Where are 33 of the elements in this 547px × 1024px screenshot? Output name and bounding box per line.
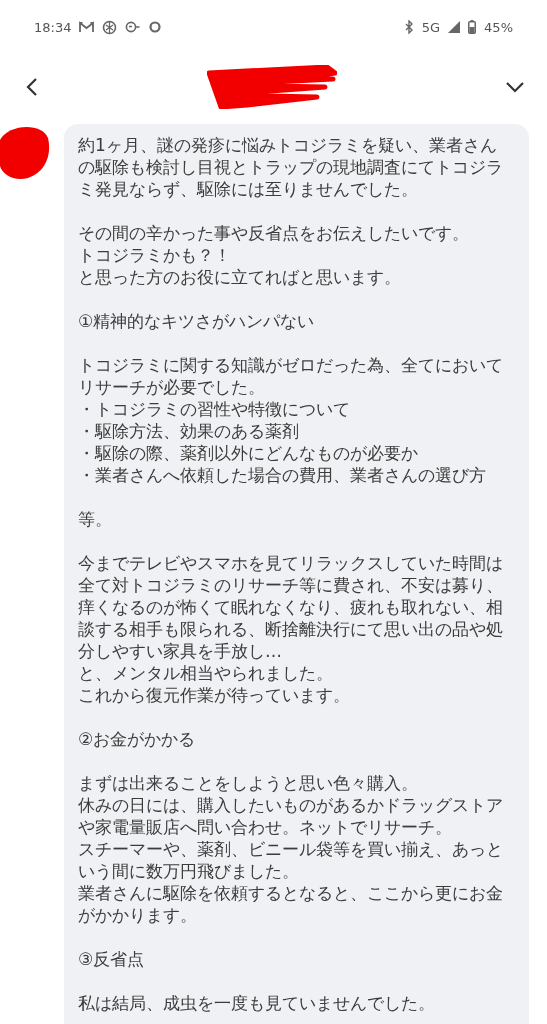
message-text: 休みの日には、購入したいものがあるかドラッグストアや家電量販店へ問い合わせ。ネットでリサーチ。 bbox=[78, 794, 504, 838]
message-text: ・トコジラミの習性や特徴について bbox=[78, 398, 351, 420]
bluetooth-icon bbox=[403, 20, 414, 34]
message-text: スチーマーや、薬剤、ビニール袋等を買い揃え、あっという間に数万円飛びました。 bbox=[78, 838, 504, 882]
back-icon bbox=[26, 77, 38, 97]
message-text: ①精神的なキツさがハンパない bbox=[78, 310, 316, 332]
message-text: トコジラミかも？！ bbox=[78, 244, 232, 266]
message-text: ・駆除の際、薬剤以外にどんなものが必要か bbox=[78, 442, 419, 464]
message-text: ・駆除方法、効果のある薬剤 bbox=[78, 420, 300, 442]
message-text: 約1ヶ月、謎の発疹に悩みトコジラミを疑い、業者さんの駆除も検討し目視とトラップの現地調査にてトコジラミ発見ならず、駆除には至りませんでした。 bbox=[78, 134, 504, 200]
message-text: まずは出来ることをしようと思い色々購入。 bbox=[78, 772, 419, 794]
message-text: ・業者さんへ依頼した場合の費用、業者さんの選び方 bbox=[78, 464, 487, 486]
key-icon bbox=[125, 21, 142, 33]
battery-percent: 45% bbox=[484, 19, 513, 35]
circle-icon bbox=[149, 21, 162, 33]
message-text: ②お金がかかる bbox=[78, 728, 197, 750]
message-text: 私は結局、成虫を一度も見ていませんでした。 bbox=[78, 992, 436, 1014]
chevron-down-icon bbox=[505, 81, 525, 93]
message-text: トコジラミに関する知識がゼロだった為、全てにおいてリサーチが必要でした。 bbox=[78, 354, 504, 398]
network-label: 5G bbox=[421, 19, 441, 35]
message-text: と思った方のお役に立てればと思います。 bbox=[78, 266, 402, 288]
message-text: その間の辛かった事や反省点をお伝えしたいです。 bbox=[78, 222, 470, 244]
message-text: 等。 bbox=[78, 508, 113, 530]
message-text: ③反省点 bbox=[78, 948, 146, 970]
message-text: 業者さんに駆除を依頼するとなると、ここから更にお金がかかります。 bbox=[78, 882, 504, 926]
signal-icon bbox=[448, 21, 461, 33]
avatar bbox=[0, 124, 50, 180]
battery-icon bbox=[468, 20, 477, 34]
message-text: と、メンタル相当やられました。 bbox=[78, 662, 334, 684]
message-text: 今までテレビやスマホを見てリラックスしていた時間は全て対トコジラミのリサーチ等に費され、不安は募り、痒くなるのが怖くて眠れなくなり、疲れも取れない、相談する相手も限られる、断捨離決行にて思い出の品や処分しやすい家具を手放し… bbox=[78, 552, 504, 662]
mail-icon bbox=[79, 21, 95, 33]
message-text: これから復元作業が待っています。 bbox=[78, 684, 351, 706]
status-time: 18:34 bbox=[34, 19, 72, 35]
